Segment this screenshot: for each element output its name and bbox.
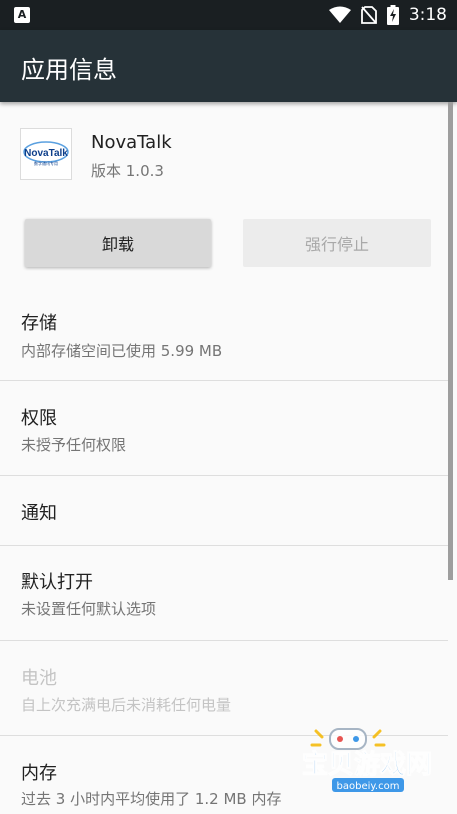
force-stop-button[interactable]: 强行停止 [243, 219, 431, 267]
watermark: 宝贝游戏网 baobeiy.com [282, 715, 452, 810]
svg-text:宝贝游戏网: 宝贝游戏网 [302, 749, 432, 780]
svg-text:数字通讯专用: 数字通讯专用 [34, 160, 58, 166]
row-subtitle: 未授予任何权限 [21, 436, 127, 454]
row-subtitle: 未设置任何默认选项 [21, 600, 157, 618]
notifications-row[interactable]: 通知 [0, 476, 448, 545]
app-name: NovaTalk [91, 132, 172, 153]
uninstall-button[interactable]: 卸载 [25, 219, 211, 267]
page-title: 应用信息 [21, 56, 117, 84]
open-by-default-row[interactable]: 默认打开 未设置任何默认选项 [0, 546, 448, 640]
status-bar: A 3:18 [0, 0, 457, 30]
svg-text:baobeiy.com: baobeiy.com [337, 781, 400, 792]
novatalk-logo-icon: NovaTalk 数字通讯专用 [23, 141, 69, 166]
row-subtitle: 内部存储空间已使用 5.99 MB [21, 342, 223, 360]
row-title: 存储 [21, 313, 57, 334]
row-subtitle: 过去 3 小时内平均使用了 1.2 MB 内存 [21, 790, 282, 808]
status-icons: 3:18 [328, 0, 447, 30]
row-title: 默认打开 [21, 572, 93, 593]
svg-text:NovaTalk: NovaTalk [24, 148, 68, 159]
permissions-row[interactable]: 权限 未授予任何权限 [0, 381, 448, 475]
wifi-icon [328, 6, 351, 23]
notification-app-icon: A [14, 7, 30, 23]
watermark-logo-icon: 宝贝游戏网 baobeiy.com [301, 728, 433, 792]
clock: 3:18 [408, 5, 447, 25]
row-subtitle: 自上次充满电后未消耗任何电量 [21, 696, 232, 714]
no-sim-icon [360, 6, 377, 24]
app-version: 版本 1.0.3 [91, 162, 164, 180]
row-title: 权限 [21, 408, 57, 429]
storage-row[interactable]: 存储 内部存储空间已使用 5.99 MB [0, 285, 448, 380]
app-icon: NovaTalk 数字通讯专用 [20, 128, 72, 180]
row-title: 内存 [21, 763, 57, 784]
scrollbar[interactable] [448, 102, 453, 580]
row-title: 电池 [21, 668, 57, 689]
battery-charging-icon [386, 5, 399, 25]
row-title: 通知 [21, 503, 57, 524]
app-bar: 应用信息 [0, 30, 457, 102]
